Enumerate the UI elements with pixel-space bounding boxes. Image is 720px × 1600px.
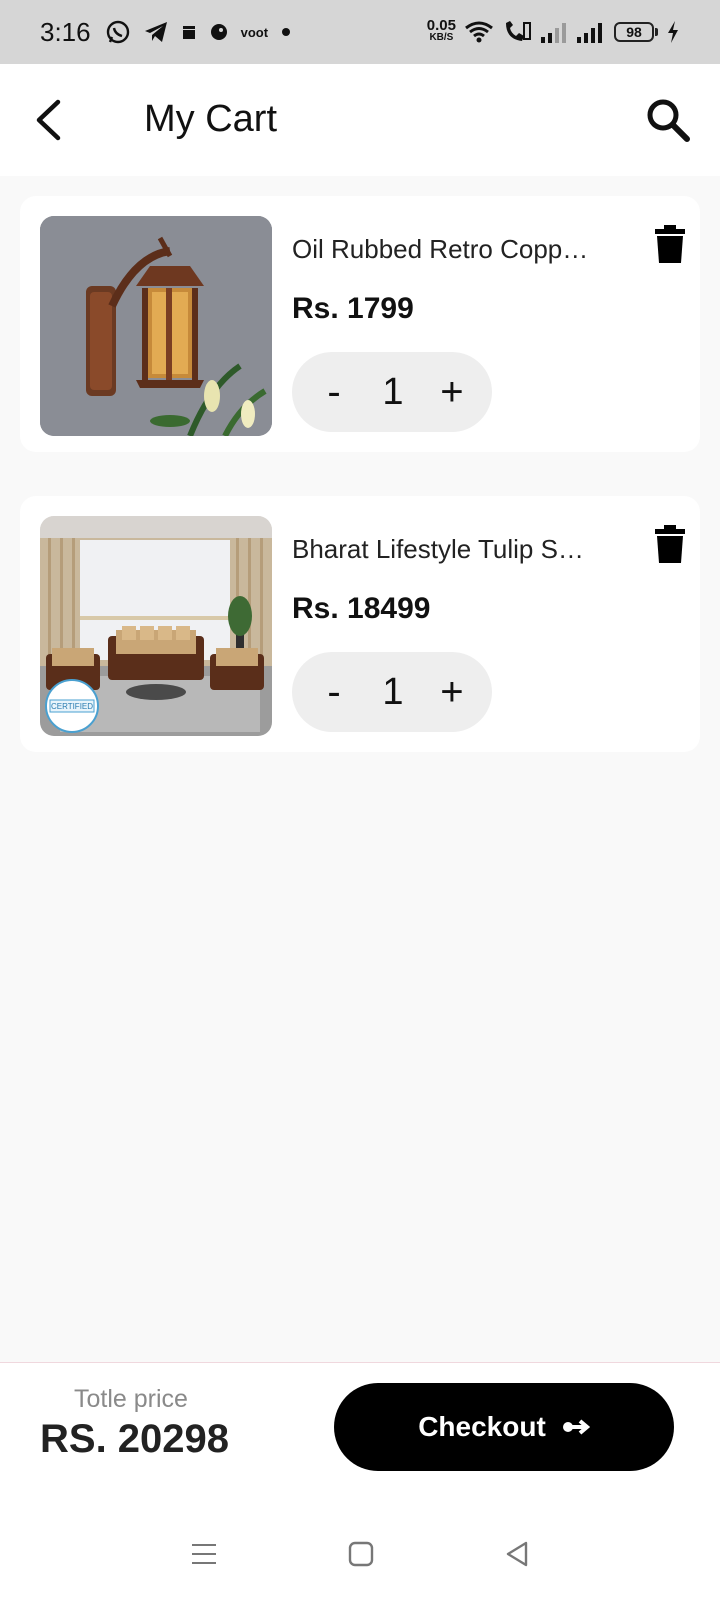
dot-icon [280,26,292,38]
signal-strong-icon [576,21,606,43]
product-image-copper-lantern[interactable] [40,216,272,436]
wifi-icon [464,20,494,44]
checkout-button[interactable]: Checkout [334,1383,674,1471]
item-price: Rs. 1799 [292,292,414,325]
cart-item[interactable]: CERTIFIED Bharat Lifestyle Tulip Sofa Se… [20,496,700,752]
back-button[interactable] [26,96,70,144]
page-title: My Cart [144,98,277,140]
quantity-stepper: - 1 + [292,652,492,732]
ghost-icon [209,22,229,42]
search-icon [647,99,690,142]
decrease-quantity-button[interactable]: - [314,670,354,715]
quantity-value: 1 [382,370,404,413]
increase-quantity-button[interactable]: + [432,670,472,715]
delete-item-button[interactable] [652,224,688,264]
voot-icon: voot [240,24,269,40]
network-speed-value: 0.05 [426,17,456,34]
item-name: Oil Rubbed Retro Copper Wall Lamp [292,234,592,264]
signal-weak-icon [540,21,568,43]
quantity-value: 1 [382,670,404,713]
battery-indicator: 98 [614,22,658,42]
app-header: My Cart [0,64,720,176]
trash-icon [655,525,685,563]
call-icon [502,19,532,45]
notification-icons: voot [105,19,292,45]
quantity-stepper: - 1 + [292,352,492,432]
item-price: Rs. 18499 [292,592,431,625]
menu-icon[interactable] [190,1541,218,1572]
trash-icon [655,225,685,263]
delete-item-button[interactable] [652,524,688,564]
cart-footer: Totle price RS. 20298 Checkout [0,1362,720,1512]
increase-quantity-button[interactable]: + [432,370,472,415]
item-name: Bharat Lifestyle Tulip Sofa Set [292,534,592,564]
total-price-label: Totle price [74,1385,188,1413]
network-speed: 0.05 KB/S [426,17,456,44]
home-square-icon[interactable] [348,1541,374,1572]
certified-badge-text: CERTIFIED [51,702,93,711]
back-triangle-icon[interactable] [504,1540,530,1573]
system-nav-bar [0,1512,720,1600]
product-image-sofa-set[interactable]: CERTIFIED [40,516,272,736]
clapper-icon [181,24,197,40]
whatsapp-icon [105,19,131,45]
telegram-icon [143,20,169,44]
battery-level: 98 [614,22,654,42]
status-time: 3:16 [40,16,91,47]
decrease-quantity-button[interactable]: - [314,370,354,415]
cart-item[interactable]: Oil Rubbed Retro Copper Wall Lamp Rs. 17… [20,196,700,452]
arrow-right-icon [562,1419,590,1435]
search-button[interactable] [642,94,694,146]
total-price-value: RS. 20298 [40,1417,230,1461]
chevron-left-icon [36,99,61,141]
checkout-label: Checkout [418,1411,546,1442]
system-status-icons: 0.05 KB/S 98 [426,17,680,45]
network-speed-unit: KB/S [429,32,454,43]
charging-icon [666,20,680,44]
status-bar: 3:16 voot 0.05 KB/S 98 [0,0,720,64]
battery-nub [655,28,658,36]
